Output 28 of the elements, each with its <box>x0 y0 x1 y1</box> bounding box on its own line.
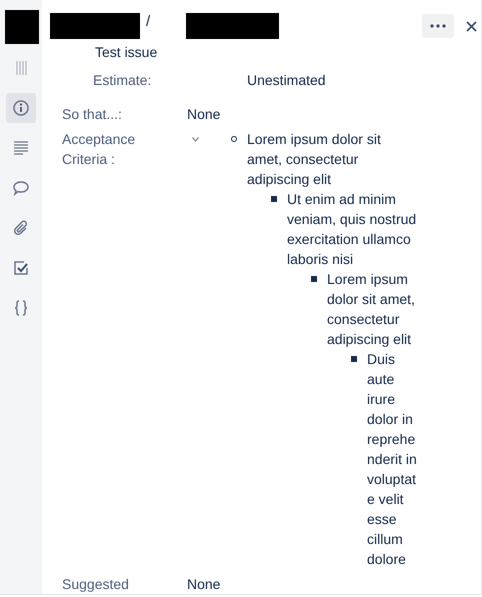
list-item-text: Lorem ipsum dolor sit amet, consectetur adipiscing elit <box>247 130 382 189</box>
breadcrumb-separator: / <box>146 13 150 30</box>
list-item-text: Ut enim ad minim veniam, quis nostrud exercitation ullamco laboris nisi <box>287 190 418 269</box>
field-value: None <box>187 575 220 594</box>
redacted-avatar <box>5 10 39 44</box>
field-value: None <box>187 105 220 124</box>
more-button[interactable] <box>422 14 454 38</box>
speech-bubble-icon <box>12 179 30 197</box>
field-label: Suggested <box>62 575 130 594</box>
field-value: Unestimated <box>247 71 326 90</box>
text-lines-icon <box>12 139 30 157</box>
bullet-icon <box>311 276 317 282</box>
close-icon[interactable] <box>466 20 477 32</box>
list-item-text: Duis aute irure dolor in reprehenderit in voluptate velit esse cillum dolore <box>367 350 418 569</box>
issue-title: Test issue <box>95 43 158 62</box>
bullet-icon <box>351 356 357 362</box>
bullet-icon <box>271 196 277 202</box>
ellipsis-icon <box>430 24 446 28</box>
sidebar-tab[interactable] <box>6 93 36 123</box>
field-label: Estimate: <box>93 71 152 90</box>
list-item-text: Lorem ipsum dolor sit amet, consectetur adipiscing elit <box>327 270 416 349</box>
field-label: Acceptance Criteria : <box>62 130 136 169</box>
paperclip-icon <box>12 219 30 237</box>
braces-icon <box>12 299 30 317</box>
checkbox-icon <box>12 259 30 277</box>
field-label: So that...: <box>62 105 123 124</box>
info-icon <box>12 99 30 117</box>
bullet-icon <box>231 136 237 142</box>
